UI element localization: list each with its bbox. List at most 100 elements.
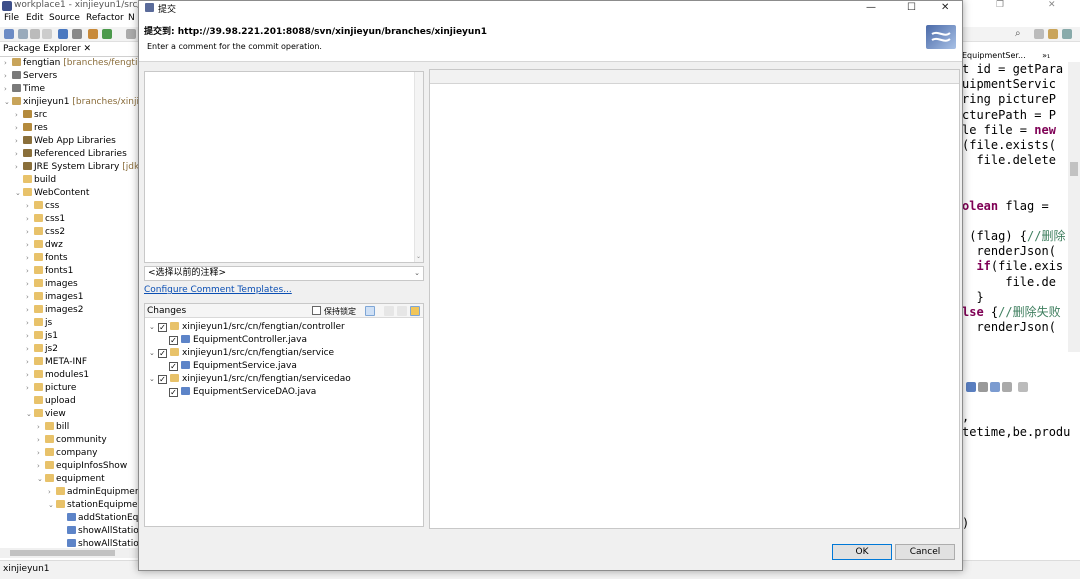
compressed-folders-icon[interactable] bbox=[410, 306, 420, 316]
change-checkbox[interactable]: ✓ bbox=[158, 375, 167, 384]
tree-item[interactable]: › JRE System Library [jdk1. bbox=[15, 161, 138, 174]
chevron-down-icon[interactable]: ⌄ bbox=[149, 321, 158, 334]
run-icon[interactable] bbox=[102, 29, 112, 39]
tree-item[interactable]: showAllStatio bbox=[59, 525, 138, 538]
chevron-right-icon[interactable]: › bbox=[26, 226, 34, 239]
save-all-icon[interactable] bbox=[30, 29, 40, 39]
tree-item[interactable]: › js1 bbox=[26, 330, 58, 343]
tree-item[interactable]: › adminEquipmen bbox=[48, 486, 138, 499]
chevron-down-icon[interactable]: ⌄ bbox=[37, 473, 45, 486]
chevron-right-icon[interactable]: › bbox=[15, 135, 23, 148]
tree-item[interactable]: › js bbox=[26, 317, 52, 330]
tree-item[interactable]: › META-INF bbox=[26, 356, 87, 369]
chevron-right-icon[interactable]: › bbox=[37, 434, 45, 447]
flat-layout-icon[interactable] bbox=[365, 306, 375, 316]
close-icon[interactable]: ✕ bbox=[1048, 0, 1056, 10]
change-file-row[interactable]: ✓ EquipmentController.java bbox=[169, 334, 307, 347]
tree-item[interactable]: › images2 bbox=[26, 304, 83, 317]
scroll-down-icon[interactable]: ⌄ bbox=[416, 253, 421, 260]
change-checkbox[interactable]: ✓ bbox=[169, 388, 178, 397]
list-layout-icon[interactable] bbox=[384, 306, 394, 316]
pin-console-icon[interactable] bbox=[1018, 382, 1028, 392]
menu-navigate[interactable]: N bbox=[128, 13, 135, 23]
servers-icon[interactable] bbox=[990, 382, 1000, 392]
change-folder-row[interactable]: ⌄ ✓ xinjieyun1/src/cn/fengtian/service bbox=[149, 347, 334, 360]
chevron-right-icon[interactable]: › bbox=[26, 317, 34, 330]
svn-perspective-icon[interactable] bbox=[1062, 29, 1072, 39]
java-ee-perspective-icon[interactable] bbox=[1048, 29, 1058, 39]
chevron-right-icon[interactable]: › bbox=[26, 382, 34, 395]
tree-item[interactable]: › community bbox=[37, 434, 107, 447]
perspective-icon[interactable] bbox=[1034, 29, 1044, 39]
tree-item[interactable]: › fengtian [branches/fengtian bbox=[4, 57, 138, 70]
maximize-icon[interactable]: ☐ bbox=[907, 1, 916, 14]
tree-item[interactable]: › Referenced Libraries bbox=[15, 148, 127, 161]
tree-item[interactable]: › Web App Libraries bbox=[15, 135, 116, 148]
chevron-right-icon[interactable]: › bbox=[15, 122, 23, 135]
tree-item[interactable]: › dwz bbox=[26, 239, 63, 252]
change-file-row[interactable]: ✓ EquipmentService.java bbox=[169, 360, 297, 373]
tree-item[interactable]: › fonts bbox=[26, 252, 68, 265]
chevron-right-icon[interactable]: › bbox=[48, 486, 56, 499]
print-icon[interactable] bbox=[42, 29, 52, 39]
tree-item[interactable]: › res bbox=[15, 122, 48, 135]
chevron-down-icon[interactable]: ⌄ bbox=[26, 408, 34, 421]
close-icon[interactable]: ✕ bbox=[941, 1, 949, 14]
skip-breakpoints-icon[interactable] bbox=[72, 29, 82, 39]
chevron-down-icon[interactable]: ⌄ bbox=[149, 373, 158, 386]
editor-scrollbar[interactable] bbox=[1068, 62, 1080, 352]
tree-item[interactable]: build bbox=[15, 174, 56, 187]
change-checkbox[interactable]: ✓ bbox=[169, 362, 178, 371]
tree-item[interactable]: showAllStatio bbox=[59, 538, 138, 547]
console-output[interactable]: , tetime,be.produ) bbox=[962, 410, 1080, 540]
scrollbar-thumb[interactable] bbox=[10, 550, 115, 556]
change-folder-row[interactable]: ⌄ ✓ xinjieyun1/src/cn/fengtian/controller bbox=[149, 321, 345, 334]
chevron-right-icon[interactable]: › bbox=[26, 291, 34, 304]
chevron-right-icon[interactable]: › bbox=[15, 161, 23, 174]
chevron-down-icon[interactable]: ⌄ bbox=[149, 347, 158, 360]
menu-source[interactable]: Source bbox=[49, 13, 80, 23]
tree-item[interactable]: › picture bbox=[26, 382, 76, 395]
tree-item[interactable]: › Servers bbox=[4, 70, 57, 83]
previous-comments-select[interactable]: <选择以前的注释> ⌄ bbox=[144, 266, 424, 281]
change-checkbox[interactable]: ✓ bbox=[158, 349, 167, 358]
minimize-icon[interactable]: — bbox=[866, 1, 876, 14]
search-icon[interactable]: ⌕ bbox=[1015, 29, 1025, 39]
editor-tab-overflow[interactable]: »₁ bbox=[1042, 51, 1050, 60]
ok-button[interactable]: OK bbox=[832, 544, 892, 560]
chevron-right-icon[interactable]: › bbox=[26, 356, 34, 369]
properties-icon[interactable] bbox=[978, 382, 988, 392]
tree-item[interactable]: › bill bbox=[37, 421, 69, 434]
tree-item[interactable]: › equipInfosShow bbox=[37, 460, 127, 473]
tree-item[interactable]: › css1 bbox=[26, 213, 65, 226]
chevron-right-icon[interactable]: › bbox=[26, 200, 34, 213]
tree-item[interactable]: › Time bbox=[4, 83, 45, 96]
tree-item[interactable]: ⌄ xinjieyun1 [branches/xinjiey bbox=[4, 96, 138, 109]
chevron-right-icon[interactable]: › bbox=[15, 148, 23, 161]
commit-comment-textarea[interactable]: ⌄ bbox=[144, 71, 424, 263]
chevron-right-icon[interactable]: › bbox=[15, 109, 23, 122]
tree-item[interactable]: › modules1 bbox=[26, 369, 89, 382]
chevron-right-icon[interactable]: › bbox=[26, 343, 34, 356]
scrollbar-thumb[interactable] bbox=[1070, 162, 1078, 176]
chevron-right-icon[interactable]: › bbox=[4, 57, 12, 70]
tree-item[interactable]: upload bbox=[26, 395, 76, 408]
chevron-right-icon[interactable]: › bbox=[26, 369, 34, 382]
menu-refactor[interactable]: Refactor bbox=[86, 13, 124, 23]
keep-locks-checkbox[interactable] bbox=[312, 306, 321, 315]
chevron-right-icon[interactable]: › bbox=[37, 421, 45, 434]
chevron-right-icon[interactable]: › bbox=[37, 447, 45, 460]
tree-layout-icon[interactable] bbox=[397, 306, 407, 316]
menu-file[interactable]: File bbox=[4, 13, 19, 23]
chevron-right-icon[interactable]: › bbox=[26, 304, 34, 317]
new-icon[interactable] bbox=[4, 29, 14, 39]
package-explorer-tab[interactable]: Package Explorer ✕ bbox=[3, 44, 91, 54]
tree-item[interactable]: ⌄ view bbox=[26, 408, 66, 421]
tree-item[interactable]: › css2 bbox=[26, 226, 65, 239]
chevron-right-icon[interactable]: › bbox=[26, 330, 34, 343]
tree-item[interactable]: › css bbox=[26, 200, 59, 213]
change-checkbox[interactable]: ✓ bbox=[158, 323, 167, 332]
chevron-down-icon[interactable]: ⌄ bbox=[4, 96, 12, 109]
tree-item[interactable]: › company bbox=[37, 447, 97, 460]
tree-item[interactable]: ⌄ equipment bbox=[37, 473, 105, 486]
